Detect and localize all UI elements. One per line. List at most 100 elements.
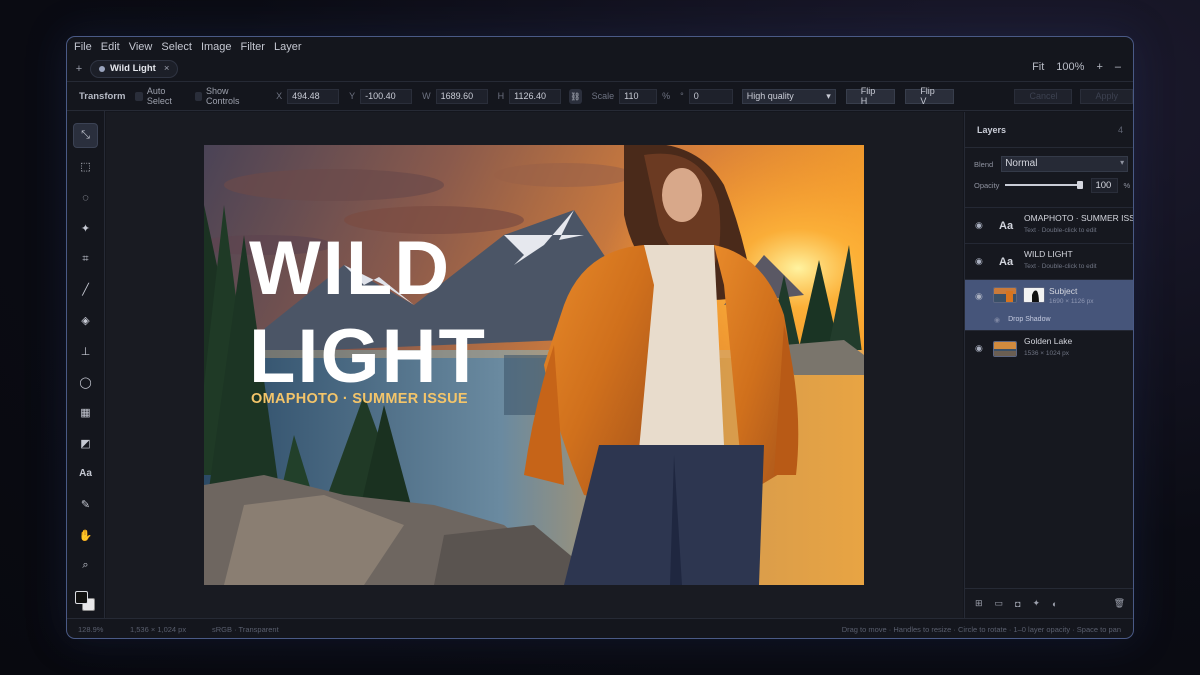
magic-wand-icon[interactable]: ✦ — [73, 216, 98, 241]
chevron-down-icon: ▾ — [826, 90, 831, 101]
effect-eye-icon[interactable]: ◉ — [994, 316, 1000, 324]
quality-value: High quality — [746, 90, 794, 101]
y-input[interactable]: -100.40 — [360, 88, 413, 104]
menu-select[interactable]: Select — [161, 41, 192, 53]
layer-row-headline[interactable]: ◉ Aa WILD LIGHT Text · Double-click to e… — [965, 243, 1133, 279]
zoom-out-button[interactable]: – — [1115, 61, 1121, 73]
x-field: X 494.48 — [276, 88, 340, 104]
document-tab[interactable]: Wild Light × — [90, 59, 179, 78]
eye-icon[interactable]: ◉ — [975, 343, 983, 354]
close-tab-icon[interactable]: × — [164, 63, 170, 74]
healing-icon[interactable]: ◈ — [73, 308, 98, 333]
stamp-icon[interactable]: ⊥ — [73, 339, 98, 364]
menu-file[interactable]: File — [74, 41, 92, 53]
blur-icon[interactable]: ◯ — [73, 370, 98, 395]
eyedropper-icon[interactable]: ✎ — [73, 492, 98, 517]
shape-icon[interactable]: ◩ — [73, 431, 98, 456]
x-input[interactable]: 494.48 — [287, 88, 340, 104]
h-input[interactable]: 1126.40 — [509, 88, 562, 104]
layer-meta: Text · Double-click to edit — [1024, 263, 1097, 270]
layers-panel: Layers 4 Blend Normal ▾ Opacity 100 % ◉ … — [964, 112, 1133, 618]
show-controls-checkbox[interactable]: Show Controls — [194, 86, 255, 106]
status-zoom: 128.9% — [78, 625, 104, 634]
layer-name: Golden Lake — [1024, 336, 1073, 346]
opacity-slider[interactable] — [1005, 181, 1084, 189]
opacity-input[interactable]: 100 — [1091, 177, 1119, 193]
w-field: W 1689.60 — [422, 88, 488, 104]
flip-v-button[interactable]: Flip V — [905, 86, 955, 106]
eye-icon[interactable]: ◉ — [975, 220, 983, 231]
cancel-button[interactable]: Cancel — [1014, 88, 1073, 104]
menu-filter[interactable]: Filter — [241, 41, 265, 53]
opacity-row: Opacity 100 % — [965, 176, 1133, 194]
menu-view[interactable]: View — [129, 41, 153, 53]
scale-label: Scale — [591, 91, 615, 101]
h-field: H 1126.40 — [497, 88, 562, 104]
menu-edit[interactable]: Edit — [101, 41, 120, 53]
toolbar-title: Transform — [79, 90, 126, 102]
add-mask-icon[interactable]: ◘ — [1015, 599, 1020, 609]
blend-mode-select[interactable]: Normal ▾ — [1001, 156, 1129, 172]
layer-name: WILD LIGHT — [1024, 249, 1073, 259]
opacity-slider-handle[interactable] — [1077, 181, 1084, 189]
y-field: Y -100.40 — [349, 88, 413, 104]
scale-input[interactable]: 110 — [619, 88, 658, 104]
zoom-level[interactable]: 100% — [1056, 61, 1084, 73]
add-layer-icon[interactable]: ⊞ — [975, 598, 983, 609]
layers-panel-header: Layers 4 — [965, 112, 1133, 148]
adjustment-icon[interactable]: ◐ — [1052, 599, 1057, 609]
zoom-icon[interactable]: ⌕ — [73, 553, 98, 578]
layer-meta: Text · Double-click to edit — [1024, 227, 1097, 234]
layer-mask-thumbnail[interactable] — [1023, 287, 1045, 303]
blend-label: Blend — [974, 159, 994, 169]
link-aspect-icon[interactable]: ⛓ — [569, 88, 582, 104]
apply-button[interactable]: Apply — [1080, 88, 1133, 104]
fit-button[interactable]: Fit — [1032, 61, 1044, 73]
document-canvas[interactable]: WILD LIGHT OMAPHOTO · SUMMER ISSUE — [204, 145, 864, 585]
tab-bar: + Wild Light × Fit 100% + – — [67, 56, 1133, 82]
canvas-headline[interactable]: WILD LIGHT — [249, 225, 487, 401]
layers-title: Layers — [977, 124, 1007, 135]
blend-value: Normal — [1005, 158, 1038, 169]
editor-window: File Edit View Select Image Filter Layer… — [66, 36, 1134, 639]
canvas-area[interactable]: WILD LIGHT OMAPHOTO · SUMMER ISSUE — [106, 112, 963, 618]
opacity-label: Opacity — [974, 180, 1000, 190]
layer-row-subject[interactable]: ◉ Subject 1690 × 1126 px ◉ Drop Shadow — [965, 279, 1133, 330]
blend-row: Blend Normal ▾ — [965, 154, 1133, 174]
foreground-color-swatch[interactable] — [75, 591, 88, 604]
auto-select-checkbox[interactable]: Auto Select — [135, 86, 184, 106]
marquee-icon[interactable]: ⬚ — [73, 154, 98, 179]
new-tab-button[interactable]: + — [68, 63, 90, 75]
rotate-input[interactable]: 0 — [688, 88, 733, 104]
canvas-subtitle[interactable]: OMAPHOTO · SUMMER ISSUE — [251, 391, 468, 407]
type-icon[interactable]: Aa — [73, 461, 98, 486]
gradient-icon[interactable]: ▦ — [73, 400, 98, 425]
show-controls-label: Show Controls — [205, 86, 240, 106]
menu-bar: File Edit View Select Image Filter Layer — [67, 37, 1133, 56]
effects-icon[interactable]: ✦ — [1033, 598, 1041, 609]
eye-icon[interactable]: ◉ — [975, 256, 983, 267]
move-icon[interactable]: ⤡ — [73, 123, 98, 148]
hand-icon[interactable]: ✋ — [73, 523, 98, 548]
trash-icon[interactable]: 🗑 — [1114, 598, 1125, 609]
w-input[interactable]: 1689.60 — [435, 88, 488, 104]
layer-thumbnail — [993, 287, 1017, 303]
crop-icon[interactable]: ⌗ — [73, 247, 98, 272]
menu-layer[interactable]: Layer — [274, 41, 302, 53]
lasso-icon[interactable]: ◌ — [73, 185, 98, 210]
y-label: Y — [349, 91, 356, 101]
layer-effect-row[interactable]: ◉ Drop Shadow — [994, 316, 1051, 324]
opacity-slider-fill — [1005, 184, 1084, 186]
h-label: H — [497, 91, 505, 101]
layer-row-background[interactable]: ◉ Golden Lake 1536 × 1024 px — [965, 330, 1133, 366]
menu-image[interactable]: Image — [201, 41, 232, 53]
layer-row-subtitle[interactable]: ◉ Aa OMAPHOTO · SUMMER ISSUE Text · Doub… — [965, 207, 1133, 243]
x-label: X — [276, 91, 283, 101]
quality-select[interactable]: High quality ▾ — [741, 88, 836, 104]
brush-icon[interactable]: ╱ — [73, 277, 98, 302]
tab-dot-icon — [99, 65, 105, 72]
new-group-icon[interactable]: ▭ — [995, 598, 1004, 609]
flip-h-button[interactable]: Flip H — [845, 86, 896, 106]
zoom-in-button[interactable]: + — [1096, 61, 1102, 73]
eye-icon[interactable]: ◉ — [975, 291, 983, 302]
